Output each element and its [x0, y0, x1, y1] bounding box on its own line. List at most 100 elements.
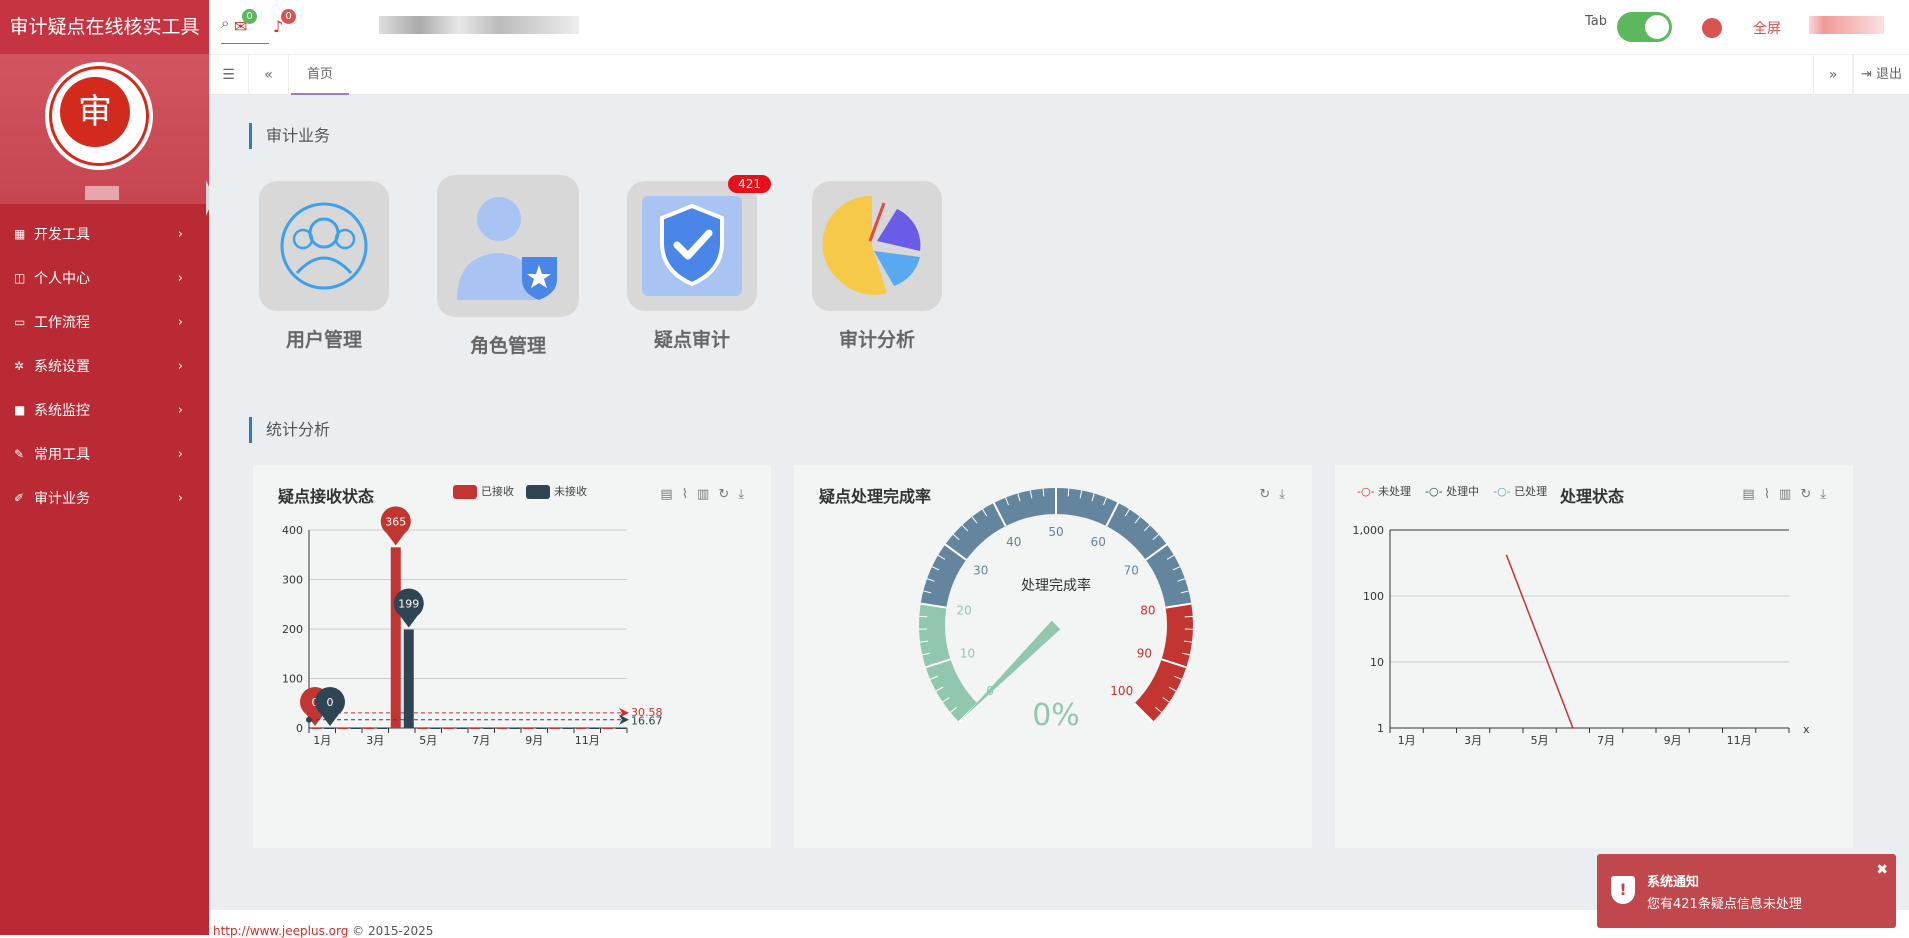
chart-toolbox[interactable]: ↻⤓ — [1259, 487, 1294, 502]
sidebar-item-4[interactable]: ■系统监控› — [0, 388, 209, 432]
bar-switch-icon: ▥ — [1779, 487, 1800, 502]
footer-link[interactable]: http://www.jeeplus.org — [213, 924, 348, 938]
copyright: © 2015-2025 — [352, 924, 433, 938]
system-notification-toast[interactable]: ! 系统通知 您有421条疑点信息未处理 ✖ — [1597, 854, 1896, 928]
average-label: 16.67 — [631, 715, 663, 728]
legend-item-processed[interactable]: -○- 已处理 — [1493, 483, 1547, 499]
bar — [563, 728, 573, 729]
logout-icon: ⇥ — [1861, 67, 1876, 82]
gauge-tick-label: 20 — [957, 603, 972, 617]
chart-legend[interactable]: -○- 未处理 -○- 处理中 -○- 已处理 — [1357, 483, 1547, 499]
bar — [589, 728, 599, 729]
bar — [497, 728, 507, 729]
legend-item-unprocessed[interactable]: -○- 未处理 — [1357, 483, 1411, 499]
sidebar-item-1[interactable]: ◫个人中心› — [0, 256, 209, 300]
sidebar-item-3[interactable]: ✲系统设置› — [0, 344, 209, 388]
bar — [483, 728, 493, 729]
legend-item-received[interactable]: 已接收 — [453, 483, 514, 499]
bar — [510, 728, 520, 729]
logout-button[interactable]: ⇥ 退出 — [1853, 55, 1909, 95]
user-name[interactable] — [85, 186, 119, 200]
fullscreen-button[interactable]: 全屏 — [1753, 18, 1781, 38]
line-switch-icon: ⌇ — [1764, 487, 1779, 502]
tab-home[interactable]: 首页 — [291, 55, 349, 95]
double-chevron-right-icon: » — [1829, 67, 1838, 83]
y-tick-label: 0 — [296, 722, 303, 735]
data-view-icon: ▤ — [1742, 487, 1763, 502]
gauge-tick-label: 30 — [973, 563, 988, 577]
legend-item-unreceived[interactable]: 未接收 — [526, 483, 587, 499]
footer: http://www.jeeplus.org © 2015-2025 — [213, 924, 433, 938]
bar — [523, 728, 533, 729]
menu-toggle-button[interactable]: ☰ — [209, 55, 249, 95]
series-line — [1506, 555, 1573, 728]
sidebar-menu: ▦开发工具›◫个人中心›▭工作流程›✲系统设置›■系统监控›✎常用工具›✐审计业… — [0, 212, 209, 520]
tab-toggle-switch[interactable] — [1617, 12, 1672, 42]
x-tick-label: 11月 — [575, 734, 600, 747]
card-label: 用户管理 — [244, 325, 404, 352]
logout-label: 退出 — [1876, 67, 1902, 82]
sidebar-item-label: 审计业务 — [34, 488, 90, 508]
chevron-right-icon: › — [178, 447, 183, 462]
scroll-tabs-right-button[interactable]: » — [1813, 55, 1853, 95]
y-tick-label: 1 — [1377, 722, 1384, 735]
theme-dot[interactable] — [1702, 18, 1722, 38]
notification-badge: 0 — [281, 9, 296, 24]
panel-title: 疑点处理完成率 — [819, 483, 931, 507]
search-icon: ⌕ — [221, 14, 229, 32]
blurred-header-text — [379, 16, 579, 34]
card-suspect-audit[interactable]: 421 疑点审计 — [612, 181, 772, 352]
card-audit-analysis[interactable]: 审计分析 — [797, 181, 957, 352]
bar — [338, 728, 348, 729]
sidebar-item-label: 系统设置 — [34, 356, 90, 376]
gauge-tick-label: 40 — [1006, 535, 1021, 549]
y-tick-label: 100 — [282, 673, 303, 686]
bar — [364, 728, 374, 729]
chevron-right-icon: › — [178, 491, 183, 506]
bar — [470, 728, 480, 729]
download-icon: ⤓ — [738, 487, 753, 502]
data-view-icon: ▤ — [660, 487, 681, 502]
close-icon[interactable]: ✖ — [1876, 862, 1888, 878]
users-icon — [259, 181, 389, 311]
sidebar-item-0[interactable]: ▦开发工具› — [0, 212, 209, 256]
chevron-right-icon: › — [178, 227, 183, 242]
mail-button[interactable]: ✉ 0 — [234, 17, 247, 36]
bar — [536, 728, 546, 729]
sidebar-item-6[interactable]: ✐审计业务› — [0, 476, 209, 520]
x-tick-label: 5月 — [1531, 734, 1549, 747]
gauge-tick-label: 80 — [1140, 603, 1155, 617]
sidebar-item-label: 工作流程 — [34, 312, 90, 332]
bar — [417, 728, 427, 729]
card-label: 角色管理 — [428, 331, 588, 358]
x-tick-label: 11月 — [1727, 734, 1752, 747]
logo[interactable]: 审 — [45, 62, 153, 170]
bar — [351, 728, 361, 729]
scroll-tabs-left-button[interactable]: « — [249, 55, 289, 95]
refresh-icon: ↻ — [1800, 487, 1820, 502]
bar — [311, 728, 321, 729]
double-chevron-left-icon: « — [264, 67, 273, 83]
completion-gauge-chart: 0102030405060708090100处理完成率0% — [794, 465, 1312, 848]
chart-toolbox[interactable]: ▤⌇▥↻⤓ — [660, 487, 753, 502]
user-menu[interactable] — [1809, 16, 1884, 34]
shield-check-icon: 421 — [627, 181, 757, 311]
sidebar-item-2[interactable]: ▭工作流程› — [0, 300, 209, 344]
panel-process-status: 1101001,0001月3月5月7月9月11月x 处理状态 -○- 未处理 -… — [1335, 465, 1853, 848]
card-role-management[interactable]: 角色管理 — [428, 175, 588, 358]
bar — [457, 728, 467, 729]
chart-toolbox[interactable]: ▤⌇▥↻⤓ — [1742, 487, 1835, 502]
card-user-management[interactable]: 用户管理 — [244, 181, 404, 352]
bar — [603, 728, 613, 729]
sidebar-item-label: 系统监控 — [34, 400, 90, 420]
bar — [430, 728, 440, 729]
notification-button[interactable]: ♪ 0 — [273, 17, 283, 36]
grid-icon: ▦ — [14, 227, 34, 241]
bar — [391, 547, 401, 728]
legend-item-processing[interactable]: -○- 处理中 — [1425, 483, 1479, 499]
sidebar-item-5[interactable]: ✎常用工具› — [0, 432, 209, 476]
y-tick-label: 400 — [282, 524, 303, 537]
line-switch-icon: ⌇ — [682, 487, 697, 502]
chart-legend[interactable]: 已接收 未接收 — [453, 483, 587, 499]
panel-title: 疑点接收状态 — [278, 483, 374, 507]
